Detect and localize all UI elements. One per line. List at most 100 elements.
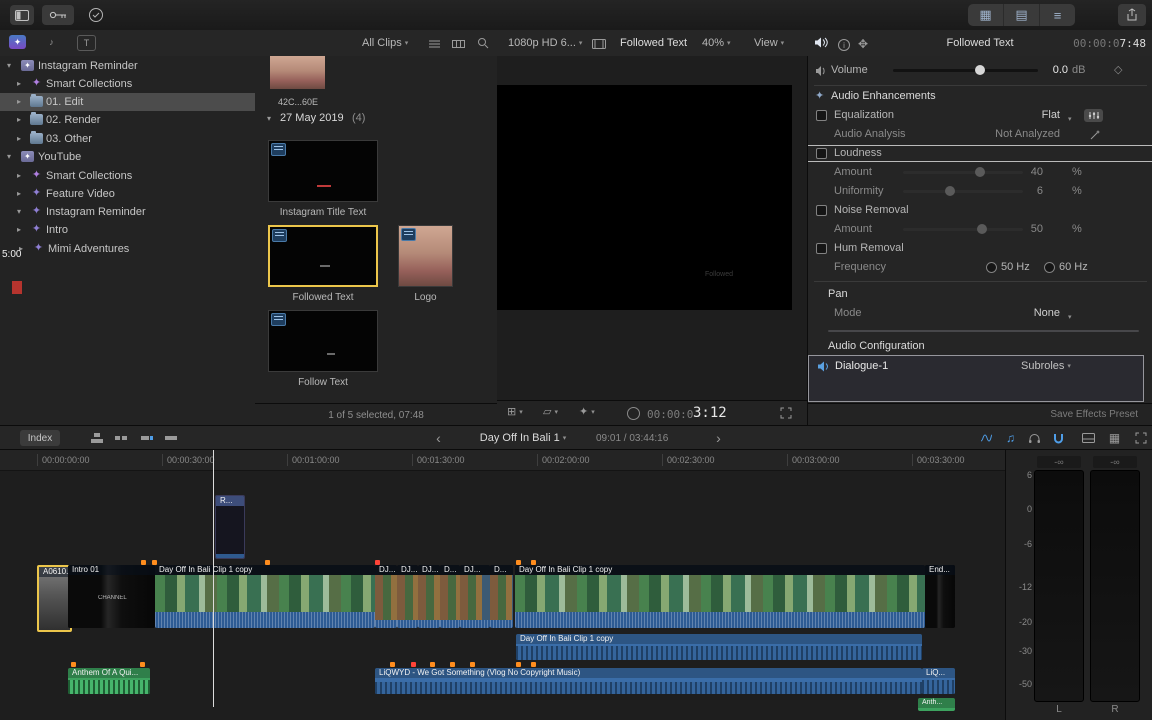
subroles-dropdown[interactable]: Subroles ▾ (1021, 360, 1071, 372)
sidebar-item-instagram-reminder-library[interactable]: ▾ ✦ Instagram Reminder (0, 57, 255, 75)
marker-icon[interactable] (470, 662, 475, 667)
libraries-tab[interactable]: ✦ (9, 35, 26, 49)
zoom-dropdown[interactable]: 40% ▾ (702, 35, 731, 52)
play-icon[interactable] (627, 407, 640, 420)
viewer-expand-button[interactable] (780, 407, 792, 424)
equalizer-button[interactable] (1084, 109, 1103, 122)
todo-marker-icon[interactable] (411, 662, 416, 667)
browser-clip-instagram-title-text[interactable] (268, 140, 378, 202)
sidebar-item-01-edit[interactable]: ▸ 01. Edit (0, 93, 255, 111)
audio-skimming-button[interactable]: ♫ (1000, 429, 1021, 447)
marker-icon[interactable] (140, 662, 145, 667)
disclosure-icon[interactable]: ▾ (267, 114, 271, 123)
sidebar-item-03-other[interactable]: ▸ 03. Other (0, 130, 255, 148)
equalization-value[interactable]: Flat (1008, 108, 1060, 123)
snapping-button[interactable] (1048, 429, 1069, 447)
timeline-audio-anthem[interactable]: Anthem Of A Qui... (68, 668, 150, 694)
amount-slider[interactable] (903, 167, 1023, 177)
date-group-row[interactable]: ▾ 27 May 2019 (4) (255, 112, 497, 127)
timeline-clip-a0610[interactable]: A0610... (37, 565, 72, 632)
marker-icon[interactable] (390, 662, 395, 667)
timeline-clip-intro-01[interactable]: CHANNEL Intro 01 (68, 565, 155, 628)
sidebar-item-02-render[interactable]: ▸ 02. Render (0, 111, 255, 129)
timeline-audio-liqwyd[interactable]: LiQWYD - We Got Something (Vlog No Copyr… (375, 668, 922, 694)
frequency-60hz-radio[interactable] (1044, 262, 1055, 273)
connect-clip-button[interactable] (86, 429, 107, 447)
audio-configuration-header[interactable]: Audio Configuration (808, 339, 1152, 354)
index-button[interactable]: Index (20, 430, 60, 446)
noise-removal-checkbox[interactable] (816, 205, 827, 216)
timeline-clip-d-4[interactable]: D... (440, 565, 460, 628)
frequency-50hz-radio[interactable] (986, 262, 997, 273)
clip-media-button[interactable] (592, 38, 606, 55)
timeline-clip-dj-1[interactable]: DJ... (375, 565, 397, 628)
effects-popup-button[interactable]: ✦ ▾ (579, 404, 595, 421)
view-dropdown[interactable]: View ▾ (754, 35, 784, 52)
crop-popup-button[interactable]: ▱ ▾ (543, 404, 558, 421)
timeline-ruler[interactable]: 00:00:00:00 00:00:30:00 00:01:00:00 00:0… (0, 450, 1005, 471)
toggle-browser-button[interactable]: ▦ (968, 4, 1004, 26)
browser-clip-logo[interactable] (398, 225, 453, 287)
disclosure-icon[interactable]: ▸ (17, 111, 21, 129)
disclosure-icon[interactable]: ▾ (17, 203, 21, 221)
disclosure-icon[interactable]: ▸ (17, 221, 21, 239)
marker-icon[interactable] (450, 662, 455, 667)
uniformity-slider-knob[interactable] (945, 186, 955, 196)
titles-generators-tab[interactable]: T (77, 35, 96, 51)
noise-amount-slider[interactable] (903, 224, 1023, 234)
info-inspector-tab[interactable]: i (838, 37, 850, 54)
sidebar-toggle-button[interactable] (10, 5, 34, 25)
search-button[interactable] (477, 37, 489, 54)
insert-clip-button[interactable] (110, 429, 131, 447)
sidebar-item-smart-collections-2[interactable]: ▸ ✦ Smart Collections (0, 167, 255, 185)
motion-inspector-tab[interactable]: ✥ (858, 36, 868, 53)
sidebar-item-feature-video[interactable]: ▸ ✦ Feature Video (0, 185, 255, 203)
format-info-dropdown[interactable]: 1080p HD 6... ▾ (508, 35, 582, 52)
overwrite-clip-button[interactable] (160, 429, 181, 447)
sidebar-item-youtube-library[interactable]: ▾ ✦ YouTube (0, 148, 255, 166)
timeline-options-button[interactable]: ▦ (1104, 429, 1125, 447)
timeline-clip-day-off-bali-2[interactable]: Day Off In Bali Clip 1 copy (515, 565, 925, 628)
timeline-audio-day-off-bali-copy[interactable]: Day Off In Bali Clip 1 copy (516, 634, 922, 660)
loudness-checkbox[interactable] (816, 148, 827, 159)
disclosure-icon[interactable]: ▸ (17, 185, 21, 203)
mode-value[interactable]: None (1008, 306, 1060, 321)
previous-project-button[interactable]: ‹ (428, 429, 449, 447)
timeline-clip-day-off-bali-1[interactable]: Day Off In Bali Clip 1 copy (155, 565, 375, 628)
disclosure-icon[interactable]: ▸ (17, 167, 21, 185)
timeline-clip-dj-5[interactable]: DJ... (460, 565, 490, 628)
timeline-audio-liq[interactable]: LiQ... (922, 668, 955, 694)
toggle-inspector-button[interactable]: ≡ (1040, 4, 1075, 26)
timeline-clip-dj-3[interactable]: DJ... (418, 565, 440, 628)
next-project-button[interactable]: › (708, 429, 729, 447)
browser-clip-follow-text[interactable] (268, 310, 378, 372)
disclosure-icon[interactable]: ▸ (17, 75, 21, 93)
save-effects-preset-button[interactable]: Save Effects Preset (1050, 409, 1138, 420)
volume-slider-knob[interactable] (975, 65, 985, 75)
hum-removal-checkbox[interactable] (816, 243, 827, 254)
volume-slider[interactable] (893, 65, 1038, 75)
marker-icon[interactable] (430, 662, 435, 667)
timeline-audio-anth[interactable]: Anth... (918, 698, 955, 711)
uniformity-slider[interactable] (903, 186, 1023, 196)
photos-audio-tab[interactable]: ♪ (43, 35, 60, 49)
timeline-clip-d-6[interactable]: D... (490, 565, 513, 628)
append-clip-button[interactable] (136, 429, 157, 447)
toggle-timeline-button[interactable]: ▤ (1004, 4, 1040, 26)
sidebar-item-smart-collections[interactable]: ▸ ✦ Smart Collections (0, 75, 255, 93)
timeline-fullscreen-button[interactable] (1130, 429, 1151, 447)
sidebar-item-intro[interactable]: ▸ ✦ Intro (0, 221, 255, 239)
project-name-dropdown[interactable]: Day Off In Bali 1 ▾ (458, 432, 588, 444)
timeline-clip-dj-2[interactable]: DJ... (397, 565, 418, 628)
audio-inspector-tab[interactable] (814, 37, 828, 54)
timeline-clip-connected-title[interactable]: R... (215, 495, 245, 559)
background-tasks-button[interactable] (84, 5, 108, 25)
clip-appearance-button[interactable] (1078, 429, 1099, 447)
role-row-dialogue-1[interactable]: Dialogue-1 Subroles ▾ (808, 355, 1144, 402)
clip-filter-dropdown[interactable]: All Clips ▾ (362, 35, 408, 52)
keyword-editor-button[interactable] (42, 5, 74, 25)
skimming-button[interactable] (976, 429, 997, 447)
solo-button[interactable] (1024, 429, 1045, 447)
share-button[interactable] (1118, 4, 1146, 26)
keyframe-diamond-icon[interactable]: ◇ (1114, 63, 1122, 78)
